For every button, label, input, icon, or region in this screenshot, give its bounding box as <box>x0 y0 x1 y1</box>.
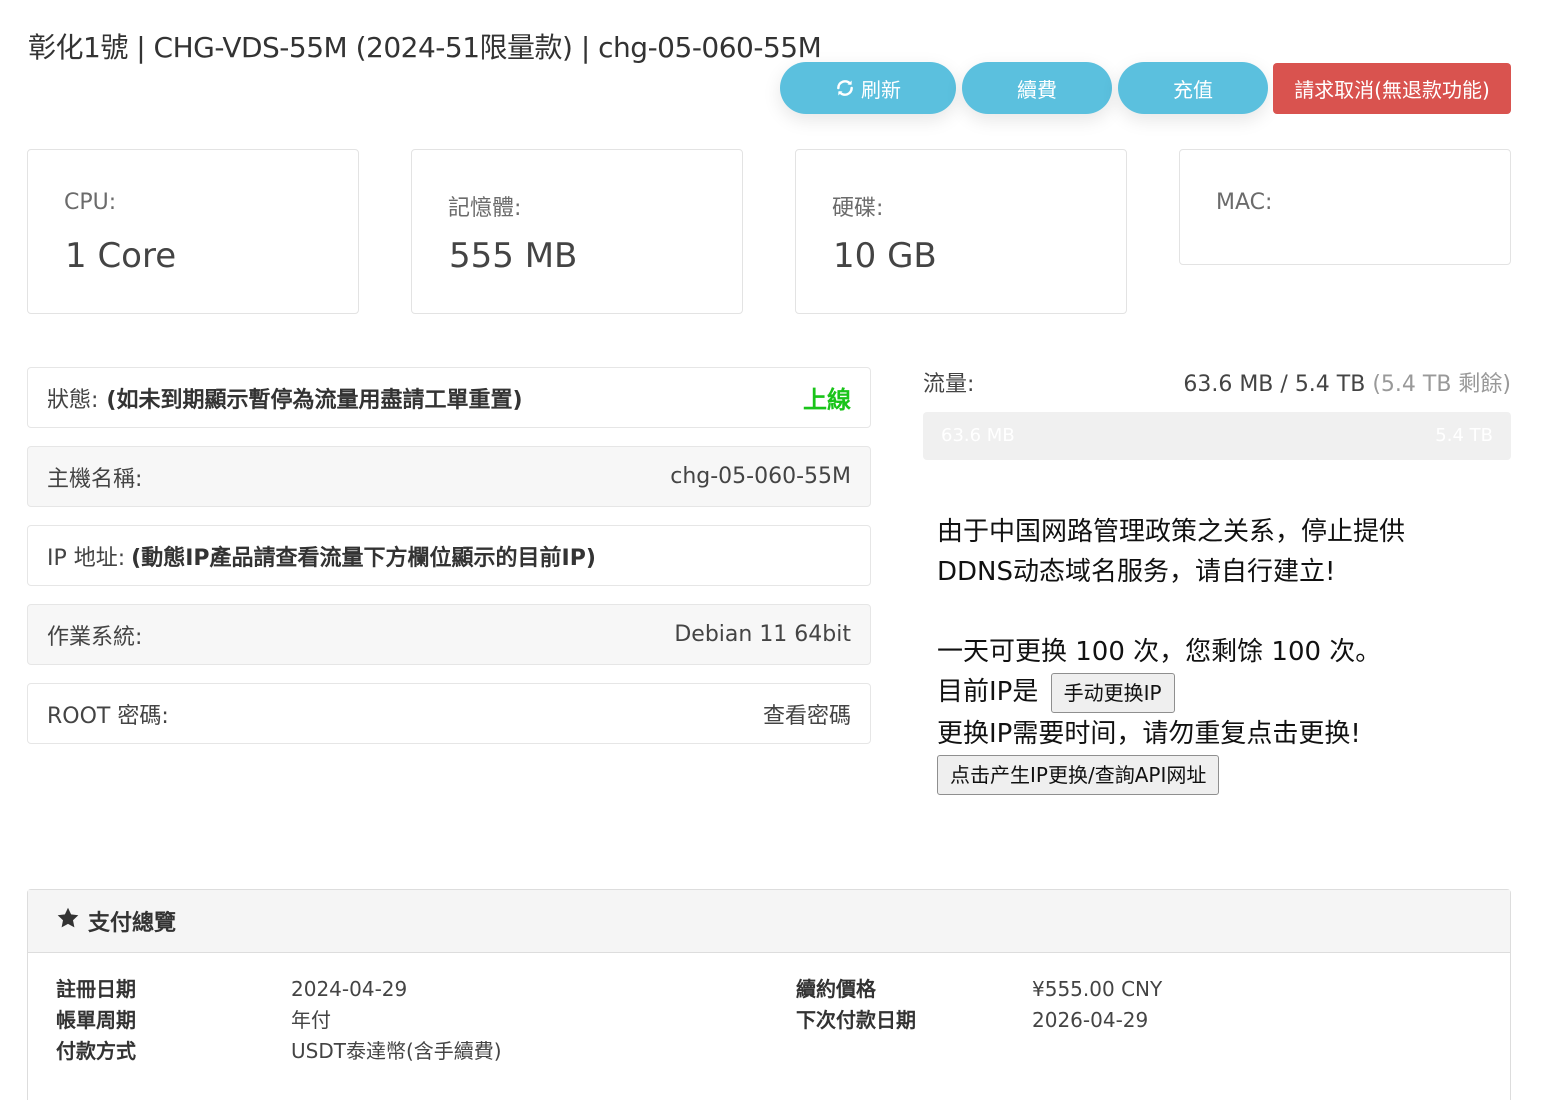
cpu-card: CPU: 1 Core <box>27 149 359 314</box>
ip-row: IP 地址: (動態IP產品請查看流量下方欄位顯示的目前IP) <box>27 525 871 586</box>
cpu-value: 1 Core <box>65 236 177 276</box>
status-note: (如未到期顯示暫停為流量用盡請工單重置) <box>106 387 523 413</box>
payment-overview-header: 支付總覽 <box>28 890 1510 953</box>
traffic-total: 5.4 TB <box>1294 372 1366 397</box>
mac-card: MAC: <box>1179 149 1511 265</box>
payment-method-value: USDT泰達幣(含手續費) <box>291 1039 502 1063</box>
os-value: Debian 11 64bit <box>674 622 851 647</box>
traffic-remaining: (5.4 TB 剩餘) <box>1372 372 1511 397</box>
refresh-icon <box>835 78 855 98</box>
memory-value: 555 MB <box>449 236 578 276</box>
hostname-value: chg-05-060-55M <box>670 464 851 489</box>
page-title: 彰化1號 | CHG-VDS-55M (2024-51限量款) | chg-05… <box>28 31 822 64</box>
next-due-label: 下次付款日期 <box>796 1008 916 1032</box>
cancel-request-button[interactable]: 請求取消(無退款功能) <box>1273 63 1511 114</box>
hostname-row: 主機名稱: chg-05-060-55M <box>27 446 871 507</box>
root-password-row: ROOT 密碼: 查看密碼 <box>27 683 871 744</box>
ddns-notice: 由于中国网路管理政策之关系，停止提供 DDNS动态域名服务，请自行建立! 一天可… <box>937 512 1497 795</box>
notice-line-2: DDNS动态域名服务，请自行建立! <box>937 557 1336 587</box>
billing-cycle-label: 帳單周期 <box>56 1008 136 1032</box>
ip-label: IP 地址: <box>47 545 126 571</box>
payment-overview-title: 支付總覽 <box>88 911 177 936</box>
refresh-button[interactable]: 刷新 <box>780 62 956 114</box>
payment-method-label: 付款方式 <box>56 1039 136 1063</box>
cpu-label: CPU: <box>64 190 117 215</box>
notice-line-5: 更换IP需要时间，请勿重复点击更换! <box>937 719 1361 749</box>
mac-label: MAC: <box>1216 190 1273 215</box>
os-row: 作業系統: Debian 11 64bit <box>27 604 871 665</box>
status-row: 狀態: (如未到期顯示暫停為流量用盡請工單重置) 上線 <box>27 367 871 428</box>
traffic-label: 流量: <box>923 372 975 397</box>
notice-line-3: 一天可更换 100 次，您剩馀 100 次。 <box>937 637 1382 667</box>
billing-cycle-value: 年付 <box>291 1008 331 1032</box>
traffic-value: 63.6 MB / 5.4 TB (5.4 TB 剩餘) <box>1183 372 1511 397</box>
change-ip-button[interactable]: 手动更换IP <box>1050 672 1175 713</box>
traffic-used: 63.6 MB <box>1183 372 1274 397</box>
disk-card: 硬碟: 10 GB <box>795 149 1127 314</box>
renew-price-label: 續約價格 <box>796 977 876 1001</box>
memory-label: 記憶體: <box>448 196 522 221</box>
status-badge: 上線 <box>803 386 851 414</box>
topup-button[interactable]: 充值 <box>1118 62 1268 114</box>
current-ip-label: 目前IP是 <box>937 677 1039 707</box>
reg-date-value: 2024-04-29 <box>291 977 408 1001</box>
payment-overview-panel: 支付總覽 註冊日期 2024-04-29 帳單周期 年付 付款方式 USDT泰達… <box>27 889 1511 1100</box>
star-icon <box>56 906 88 936</box>
notice-line-1: 由于中国网路管理政策之关系，停止提供 <box>937 517 1406 547</box>
renew-button[interactable]: 續費 <box>962 62 1112 114</box>
root-password-label: ROOT 密碼: <box>47 703 169 729</box>
os-label: 作業系統: <box>47 624 143 650</box>
next-due-value: 2026-04-29 <box>1032 1008 1149 1032</box>
memory-card: 記憶體: 555 MB <box>411 149 743 314</box>
ip-note: (動態IP產品請查看流量下方欄位顯示的目前IP) <box>131 545 596 571</box>
hostname-label: 主機名稱: <box>47 466 143 492</box>
view-password-link[interactable]: 查看密碼 <box>763 698 851 730</box>
refresh-label: 刷新 <box>861 77 901 102</box>
traffic-bar-used-label: 63.6 MB <box>941 425 1015 446</box>
generate-api-url-button[interactable]: 点击产生IP更换/查詢API网址 <box>937 754 1220 795</box>
disk-value: 10 GB <box>833 236 937 276</box>
status-label: 狀態: <box>47 387 99 413</box>
traffic-bar-total-label: 5.4 TB <box>1435 425 1493 446</box>
renew-price-value: ¥555.00 CNY <box>1032 977 1163 1001</box>
disk-label: 硬碟: <box>832 196 884 221</box>
reg-date-label: 註冊日期 <box>56 977 136 1001</box>
traffic-progress-bar: 63.6 MB 5.4 TB <box>923 412 1511 460</box>
